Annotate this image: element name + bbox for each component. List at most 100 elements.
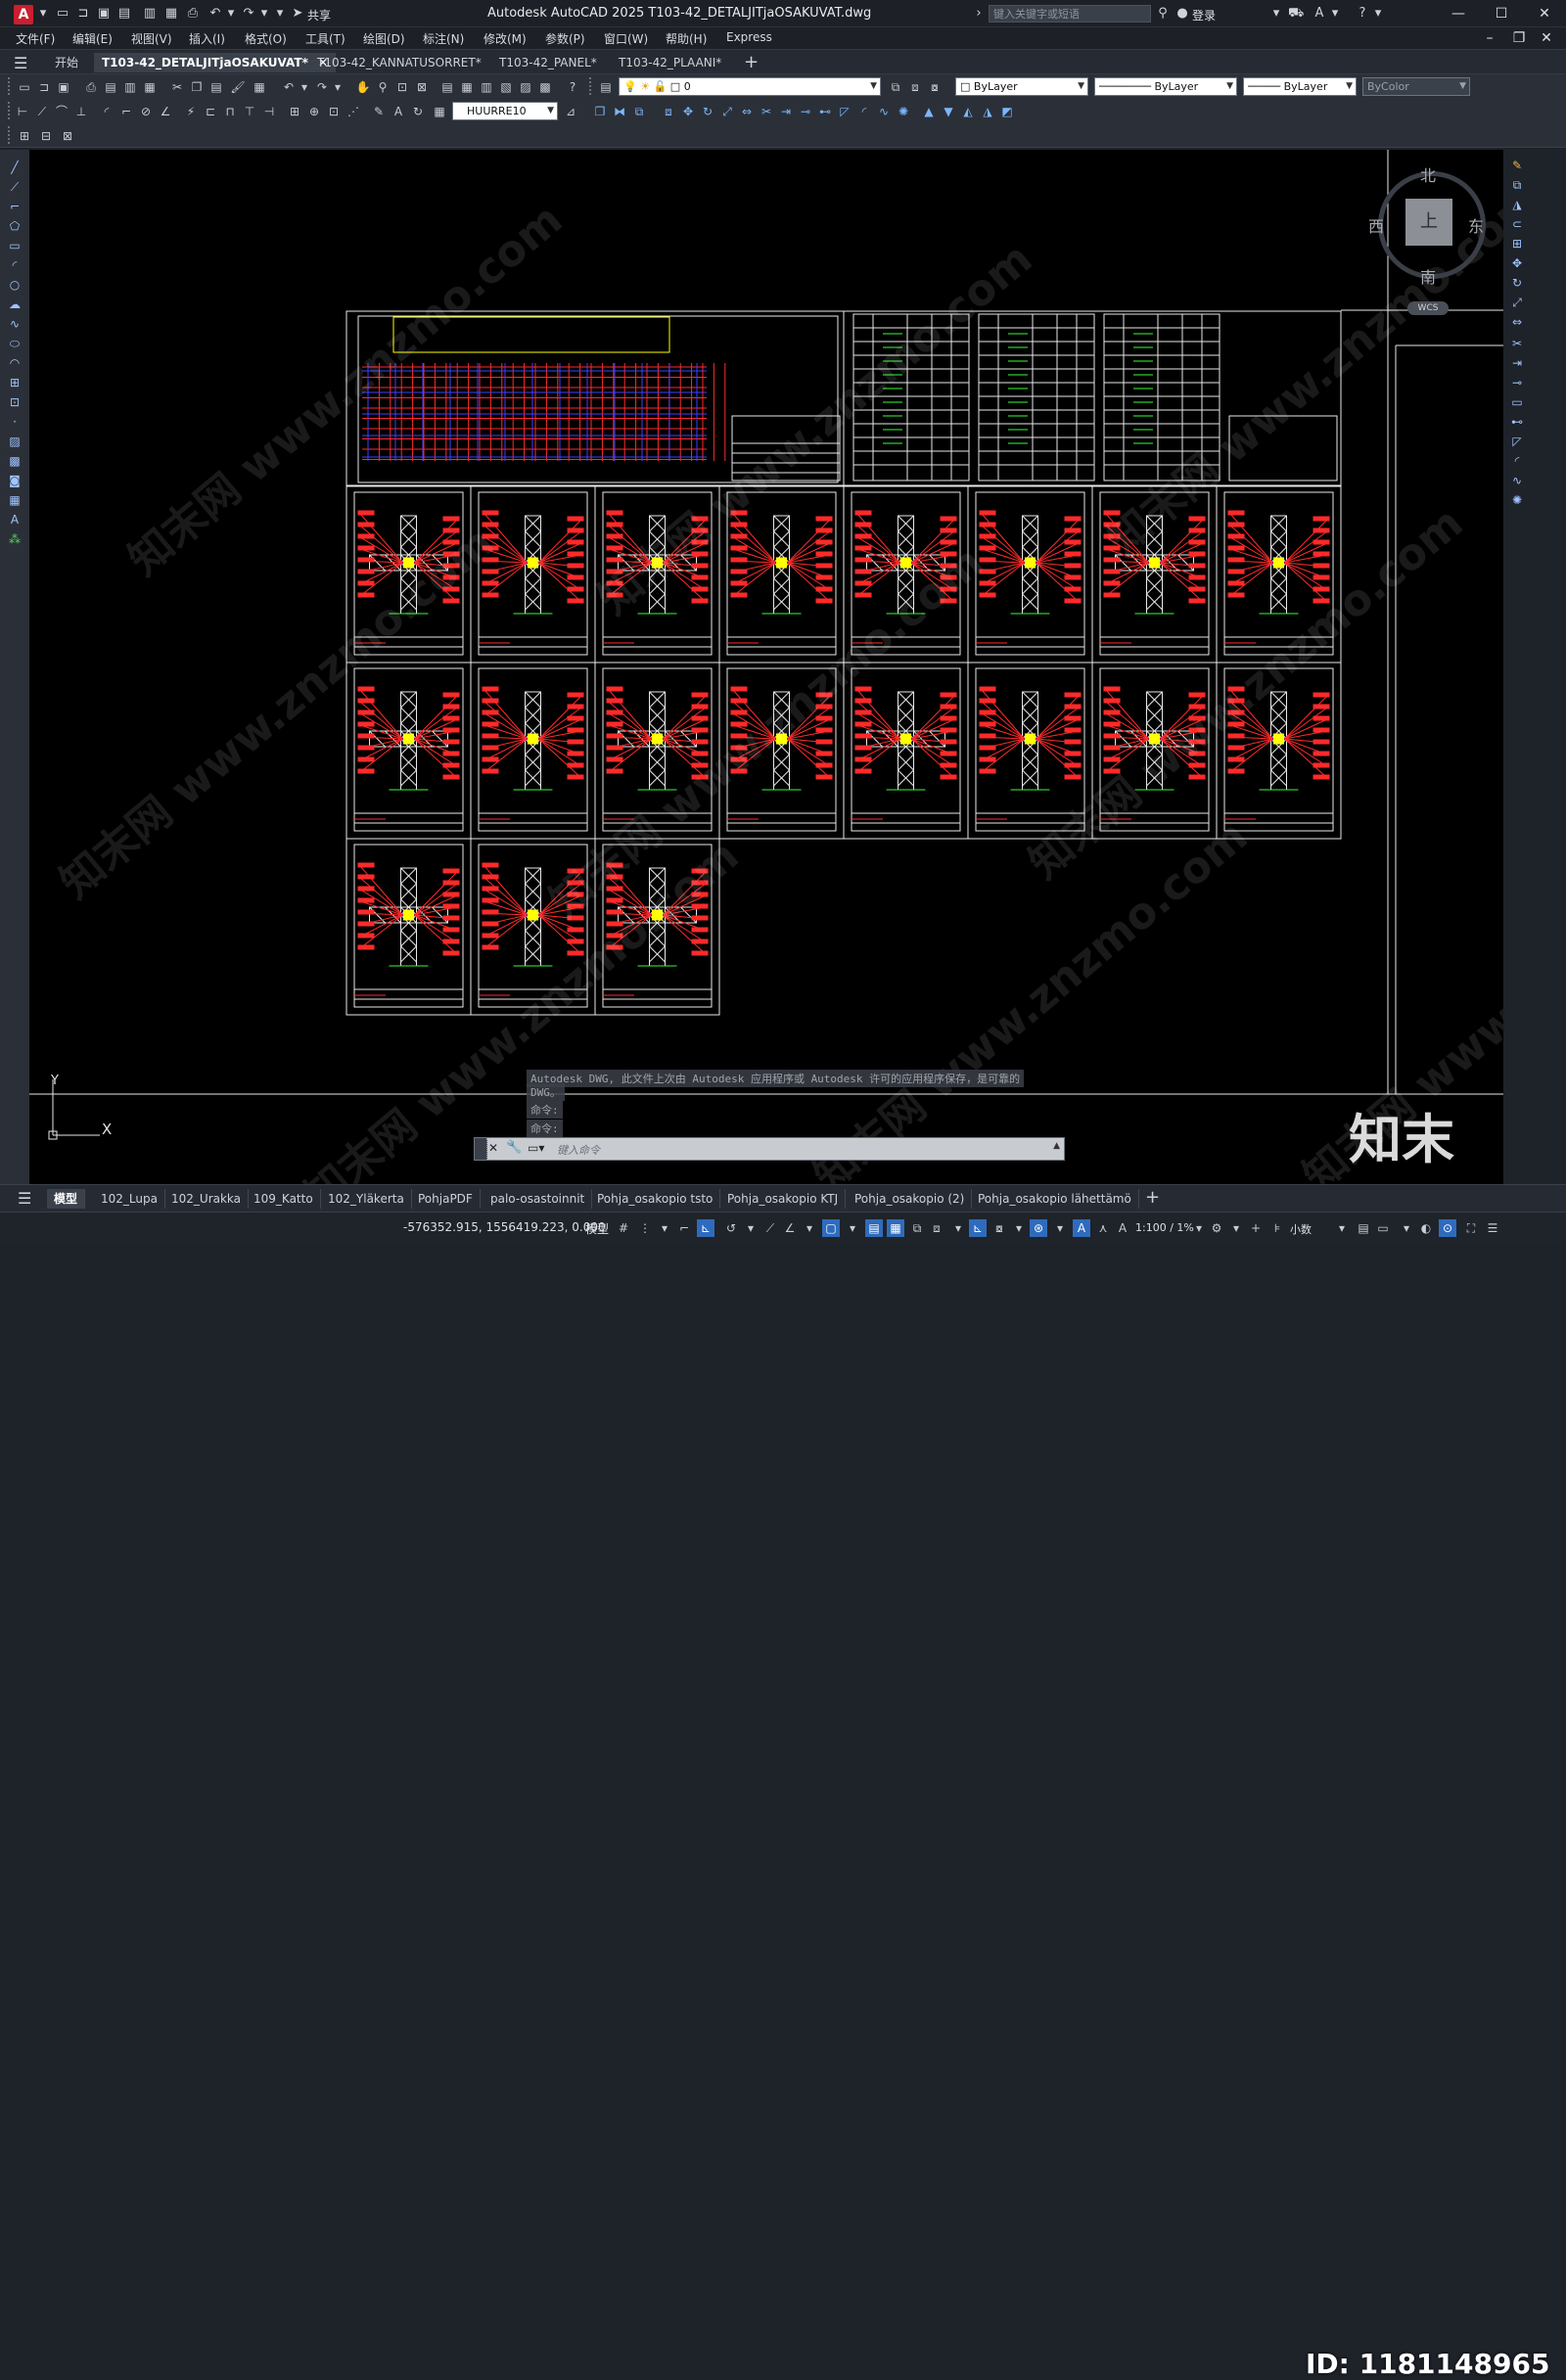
draworder-above-icon[interactable]: ◭	[959, 103, 977, 120]
help-icon-2[interactable]: ?	[564, 78, 581, 96]
scale-side-icon[interactable]: ⤢	[1509, 295, 1525, 310]
aligned-dim-icon[interactable]: ⟋	[33, 103, 51, 120]
menu-express[interactable]: Express	[726, 30, 772, 44]
tolerance-icon[interactable]: ⊞	[286, 103, 303, 120]
polar-tracking-icon[interactable]: ↺	[722, 1219, 740, 1237]
design-center-icon[interactable]: ▦	[458, 78, 476, 96]
layer-states-icon[interactable]: ⧇	[926, 78, 944, 96]
chamfer-side-icon[interactable]: ◸	[1509, 434, 1525, 449]
move-icon[interactable]: ✥	[679, 103, 697, 120]
text-front-icon[interactable]: ◩	[998, 103, 1016, 120]
command-line-grip[interactable]	[475, 1138, 487, 1160]
trim-icon[interactable]: ✂	[758, 103, 775, 120]
array-side-icon[interactable]: ⊞	[1509, 236, 1525, 252]
grid-icon[interactable]: #	[615, 1219, 632, 1237]
model-space-button[interactable]: 模型	[585, 1220, 609, 1237]
user-icon[interactable]: ●	[1174, 6, 1190, 22]
polygon-icon[interactable]: ⬠	[7, 218, 23, 234]
open-icon[interactable]: ⊐	[35, 78, 53, 96]
baseline-dim-icon[interactable]: ⊏	[202, 103, 219, 120]
cart-icon[interactable]: ⛟	[1288, 6, 1304, 22]
open-file-icon[interactable]: ⊐	[75, 6, 91, 22]
recent-commands-icon[interactable]: ▭▾	[528, 1141, 544, 1155]
lineweight-display-icon[interactable]: ▤	[865, 1219, 883, 1237]
spline-icon[interactable]: ∿	[7, 316, 23, 332]
menu-modify[interactable]: 修改(M)	[484, 30, 527, 47]
point-icon[interactable]: ·	[7, 414, 23, 430]
close-window-button[interactable]: ✕	[1533, 4, 1556, 23]
plot-icon[interactable]: ⎙	[185, 6, 201, 22]
hardware-accel-icon[interactable]: ⊙	[1439, 1219, 1456, 1237]
command-close-icon[interactable]: ✕	[488, 1141, 498, 1155]
hatch-icon[interactable]: ▨	[7, 434, 23, 449]
undo-dropdown-icon[interactable]: ▾	[223, 6, 239, 22]
fillet-side-icon[interactable]: ◜	[1509, 453, 1525, 469]
rotate-side-icon[interactable]: ↻	[1509, 275, 1525, 291]
stretch-side-icon[interactable]: ⇔	[1509, 314, 1525, 330]
ordinate-dim-icon[interactable]: ⊥	[72, 103, 90, 120]
arc-icon[interactable]: ◜	[7, 257, 23, 273]
menu-dimension[interactable]: 标注(N)	[423, 30, 464, 47]
menu-help[interactable]: 帮助(H)	[666, 30, 707, 47]
ellipse-arc-icon[interactable]: ◠	[7, 355, 23, 371]
command-customize-icon[interactable]: 🔧	[506, 1140, 522, 1155]
clean-screen-icon[interactable]: ⛶	[1462, 1219, 1480, 1237]
osnap-dropdown-icon[interactable]: ▾	[801, 1219, 818, 1237]
chamfer-icon[interactable]: ◸	[836, 103, 853, 120]
save-as-icon[interactable]: ▤	[116, 6, 132, 22]
zoom-window-icon[interactable]: ⊡	[393, 78, 411, 96]
osnap-settings-icon[interactable]: ▾	[844, 1219, 861, 1237]
mirror-icon[interactable]: ⧓	[611, 103, 628, 120]
layer-previous-icon[interactable]: ⧈	[906, 78, 924, 96]
layout-tab-109-katto[interactable]: 109_Katto	[247, 1189, 321, 1209]
transparency-icon[interactable]: ▦	[887, 1219, 904, 1237]
viewcube-top-face[interactable]: 上	[1405, 199, 1452, 246]
insert-block-icon[interactable]: ⊞	[16, 127, 33, 145]
toolbar-grip-2[interactable]	[589, 77, 595, 95]
explode-icon[interactable]: ✺	[895, 103, 912, 120]
extend-icon[interactable]: ⇥	[777, 103, 795, 120]
menu-parametric[interactable]: 参数(P)	[545, 30, 585, 47]
draworder-back-icon[interactable]: ▼	[940, 103, 957, 120]
dim-space-icon[interactable]: ⊤	[241, 103, 258, 120]
offset-icon[interactable]: ⧉	[630, 103, 648, 120]
insert-block-side-icon[interactable]: ⊞	[7, 375, 23, 390]
jogged-dim-icon[interactable]: ⌐	[117, 103, 135, 120]
viewcube-east[interactable]: 东	[1468, 213, 1484, 237]
region-icon[interactable]: ◙	[7, 473, 23, 488]
maximize-window-button[interactable]: ☐	[1490, 4, 1513, 23]
array-icon[interactable]: ⧈	[660, 103, 677, 120]
infer-constraints-icon[interactable]: ⌐	[675, 1219, 693, 1237]
radius-dim-icon[interactable]: ◜	[98, 103, 115, 120]
redo-list-icon[interactable]: ▾	[329, 78, 346, 96]
viewcube-west[interactable]: 西	[1368, 213, 1384, 237]
lock-ui-icon[interactable]: ▭	[1374, 1219, 1392, 1237]
gizmo-dropdown-icon[interactable]: ▾	[1051, 1219, 1069, 1237]
zoom-previous-icon[interactable]: ⊠	[413, 78, 431, 96]
tab-panel[interactable]: T103-42_PANEL*	[491, 53, 605, 72]
units-icon[interactable]: ⊧	[1268, 1219, 1286, 1237]
tool-palettes-icon[interactable]: ▥	[478, 78, 495, 96]
trim-side-icon[interactable]: ✂	[1509, 336, 1525, 351]
layout-tab-ktj[interactable]: Pohja_osakopio KTJ	[720, 1189, 847, 1209]
toolbar-grip-4[interactable]	[8, 126, 14, 144]
calculator-icon[interactable]: ▩	[536, 78, 554, 96]
pan-icon[interactable]: ✋	[354, 78, 372, 96]
paste-icon[interactable]: ▤	[207, 78, 225, 96]
add-layout-plus-icon[interactable]: +	[1145, 1187, 1160, 1208]
3d-print-icon[interactable]: ▦	[141, 78, 159, 96]
markup-icon[interactable]: ▨	[517, 78, 534, 96]
undo-list-icon[interactable]: ▾	[296, 78, 313, 96]
toolbar-grip[interactable]	[8, 77, 14, 95]
mtext-icon[interactable]: A	[7, 512, 23, 527]
stretch-icon[interactable]: ⇔	[738, 103, 756, 120]
customize-qat-icon[interactable]: ▾	[272, 6, 288, 22]
image-attach-icon[interactable]: ⊠	[59, 127, 76, 145]
units-dropdown-icon[interactable]: ▾	[1333, 1219, 1351, 1237]
block-editor-icon[interactable]: ▦	[251, 78, 268, 96]
properties-icon[interactable]: ▤	[438, 78, 456, 96]
help-icon[interactable]: ?	[1355, 6, 1370, 22]
object-snap-tracking-icon[interactable]: ∠	[781, 1219, 799, 1237]
circle-icon[interactable]: ○	[7, 277, 23, 293]
ortho-mode-icon[interactable]: ⊾	[697, 1219, 714, 1237]
